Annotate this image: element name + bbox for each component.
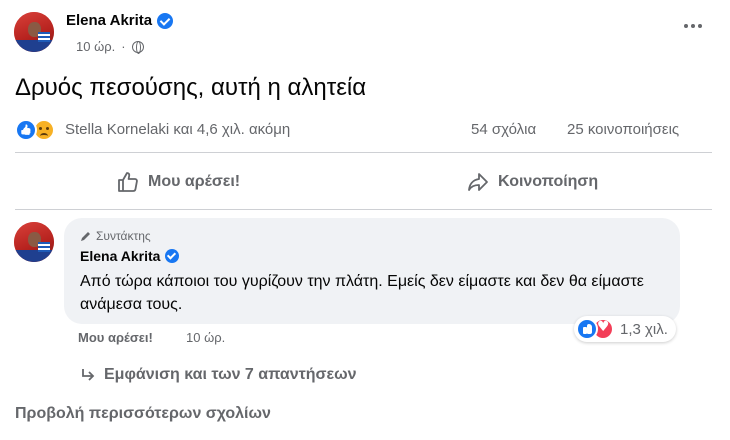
like-reaction-icon — [15, 119, 37, 141]
comment-bubble: Συντάκτης Elena Akrita Από τώρα κάποιοι … — [64, 218, 680, 324]
shares-count[interactable]: 25 κοινοποιήσεις — [567, 121, 679, 138]
comments-count[interactable]: 54 σχόλια — [471, 121, 536, 138]
share-button-label: Κοινοποίηση — [498, 173, 599, 190]
comment-author-name[interactable]: Elena Akrita — [80, 248, 160, 264]
comment-author-avatar[interactable] — [14, 222, 54, 262]
view-replies-label: Εμφάνιση και των 7 απαντήσεων — [104, 366, 357, 383]
post-time[interactable]: 10 ώρ. — [76, 39, 115, 54]
share-button[interactable]: Κοινοποίηση — [466, 162, 598, 202]
separator-dot: · — [121, 39, 126, 54]
reactions-text[interactable]: Stella Kornelaki και 4,6 χιλ. ακόμη — [65, 121, 290, 138]
view-replies-link[interactable]: Εμφάνιση και των 7 απαντήσεων — [80, 366, 357, 384]
reply-arrow-icon — [82, 369, 95, 381]
reactions-summary: Stella Kornelaki και 4,6 χιλ. ακόμη 54 σ… — [15, 118, 715, 142]
comment-reactions-count: 1,3 χιλ. — [620, 320, 668, 338]
divider-top — [15, 152, 712, 153]
pencil-icon — [81, 232, 90, 241]
author-badge-label: Συντάκτης — [96, 229, 151, 243]
comment-author: Elena Akrita — [80, 248, 180, 264]
divider-bottom — [15, 209, 712, 210]
avatar-flag — [38, 32, 50, 42]
post-text: Δρυός πεσούσης, αυτή η αλητεία — [15, 74, 367, 101]
dot-icon — [691, 24, 695, 28]
reaction-icons[interactable] — [15, 119, 55, 141]
verified-badge-icon — [165, 249, 180, 263]
post-meta: 10 ώρ. · — [76, 39, 144, 54]
like-button-label: Μου αρέσει! — [148, 173, 241, 190]
view-more-comments-link[interactable]: Προβολή περισσότερων σχολίων — [15, 405, 271, 423]
post-author-avatar[interactable] — [14, 12, 54, 52]
like-reaction-icon — [576, 318, 598, 340]
share-arrow-icon — [468, 173, 488, 191]
author-badge: Συντάκτης — [80, 229, 151, 243]
comment-text: Από τώρα κάποιοι του γυρίζουν την πλάτη.… — [80, 273, 644, 313]
comment-reactions[interactable]: 1,3 χιλ. — [574, 316, 676, 342]
verified-badge-icon — [157, 12, 174, 29]
thumbs-up-icon — [118, 172, 138, 192]
post-author-name[interactable]: Elena Akrita — [66, 12, 152, 29]
comment-like-link[interactable]: Μου αρέσει! — [78, 330, 153, 345]
globe-icon[interactable] — [131, 40, 144, 54]
comment-time[interactable]: 10 ώρ. — [186, 330, 225, 345]
avatar-flag — [38, 242, 50, 252]
post-author: Elena Akrita — [66, 12, 174, 29]
more-options-button[interactable] — [684, 24, 702, 28]
like-button[interactable]: Μου αρέσει! — [116, 162, 240, 202]
dot-icon — [698, 24, 702, 28]
dot-icon — [684, 24, 688, 28]
